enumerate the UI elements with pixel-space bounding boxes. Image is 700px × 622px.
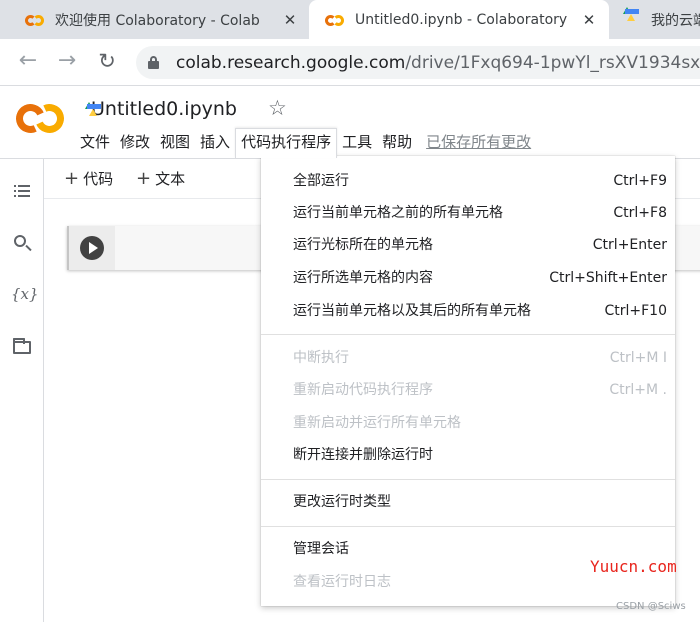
menu-item-label: 查看运行时日志 [293,574,391,590]
menu-bar: 文件 修改 视图 插入 代码执行程序 工具 帮助 已保存所有更改 [75,128,536,158]
browser-tab-strip: 欢迎使用 Colaboratory - Colab ✕ Untitled0.ip… [0,0,700,39]
menu-item-label: 重新启动代码执行程序 [293,382,433,398]
plus-icon: + [136,168,152,189]
browser-tab-welcome[interactable]: 欢迎使用 Colaboratory - Colab ✕ [0,0,307,39]
menu-view[interactable]: 视图 [155,128,195,157]
close-tab-icon[interactable]: ✕ [581,11,597,29]
menu-item-restart-run-all: 重新启动并运行所有单元格 [261,411,675,435]
menu-item-label: 运行当前单元格之前的所有单元格 [293,205,503,221]
reload-icon[interactable]: ↻ [94,49,120,75]
add-text-button[interactable]: + 文本 [136,168,185,189]
menu-edit[interactable]: 修改 [115,128,155,157]
menu-item-label: 运行所选单元格的内容 [293,270,433,286]
url-path: /drive/1Fxq694-1pwYl_rsXV1934sxy [405,52,700,73]
forward-arrow-icon[interactable]: → [54,49,80,75]
lock-icon[interactable] [148,56,159,69]
address-bar[interactable]: colab.research.google.com/drive/1Fxq694-… [136,46,700,79]
folder-icon[interactable] [11,336,33,358]
menu-tools[interactable]: 工具 [337,128,377,157]
cell-gutter [69,226,115,270]
table-of-contents-icon[interactable] [11,181,33,203]
menu-separator [261,526,675,527]
browser-toolbar: ← → ↻ colab.research.google.com/drive/1F… [0,39,700,86]
menu-item-shortcut: Ctrl+F9 [613,173,667,189]
run-cell-icon[interactable] [80,236,104,260]
browser-tab-untitled0[interactable]: Untitled0.ipynb - Colaboratory ✕ [309,0,609,39]
plus-icon: + [64,168,80,189]
menu-item-run-all[interactable]: 全部运行 Ctrl+F9 [261,169,675,193]
tab-title: 欢迎使用 Colaboratory - Colab [55,12,260,29]
menu-item-label: 全部运行 [293,173,349,189]
colab-logo[interactable] [11,99,69,138]
menu-item-change-runtime-type[interactable]: 更改运行时类型 [261,490,675,514]
menu-help[interactable]: 帮助 [377,128,417,157]
back-arrow-icon[interactable]: ← [15,49,41,75]
url-host: colab.research.google.com [176,52,406,73]
menu-item-shortcut: Ctrl+Enter [592,237,667,253]
menu-item-run-before[interactable]: 运行当前单元格之前的所有单元格 Ctrl+F8 [261,201,675,225]
tab-title: 我的云端 [651,12,700,29]
menu-separator [261,334,675,335]
add-code-button[interactable]: + 代码 [64,168,113,189]
menu-item-restart: 重新启动代码执行程序 Ctrl+M . [261,378,675,402]
variables-icon[interactable]: {x} [11,283,39,305]
menu-item-shortcut: Ctrl+F8 [613,205,667,221]
runtime-dropdown-menu: 全部运行 Ctrl+F9 运行当前单元格之前的所有单元格 Ctrl+F8 运行光… [261,156,675,606]
notebook-title[interactable]: Untitled0.ipynb [91,98,237,120]
close-tab-icon[interactable]: ✕ [282,11,298,29]
menu-item-run-focused[interactable]: 运行光标所在的单元格 Ctrl+Enter [261,233,675,257]
menu-item-shortcut: Ctrl+Shift+Enter [549,270,667,286]
watermark-text: Yuucn.com [590,557,677,576]
menu-item-interrupt: 中断执行 Ctrl+M I [261,346,675,370]
menu-item-run-selection[interactable]: 运行所选单元格的内容 Ctrl+Shift+Enter [261,266,675,290]
menu-item-label: 运行光标所在的单元格 [293,237,433,253]
browser-tab-drive[interactable]: 我的云端 [611,0,700,39]
notebook-title-row: Untitled0.ipynb [85,96,237,122]
colab-favicon-icon [325,14,345,26]
menu-runtime[interactable]: 代码执行程序 [235,128,338,158]
menu-item-run-after[interactable]: 运行当前单元格以及其后的所有单元格 Ctrl+F10 [261,299,675,323]
add-text-label: 文本 [155,170,186,188]
colab-favicon-icon [25,14,45,26]
menu-item-label: 更改运行时类型 [293,494,391,510]
menu-file[interactable]: 文件 [75,128,115,157]
menu-item-shortcut: Ctrl+M I [609,350,667,366]
credit-text: CSDN @Sciws [616,601,686,612]
menu-insert[interactable]: 插入 [195,128,235,157]
menu-item-label: 重新启动并运行所有单元格 [293,415,461,431]
menu-item-label: 运行当前单元格以及其后的所有单元格 [293,303,531,319]
menu-item-disconnect-delete[interactable]: 断开连接并删除运行时 [261,443,675,467]
star-icon[interactable]: ☆ [268,96,287,120]
menu-item-label: 中断执行 [293,350,349,366]
add-code-label: 代码 [83,170,114,188]
saved-status-link[interactable]: 已保存所有更改 [421,128,536,157]
menu-item-label: 管理会话 [293,541,349,557]
tab-title: Untitled0.ipynb - Colaboratory [355,11,568,28]
menu-item-label: 断开连接并删除运行时 [293,447,433,463]
google-drive-icon [623,6,641,26]
menu-separator [261,479,675,480]
menu-item-shortcut: Ctrl+F10 [604,303,667,319]
left-sidebar: {x} [0,159,44,622]
search-icon[interactable] [11,233,33,255]
menu-item-shortcut: Ctrl+M . [609,382,667,398]
